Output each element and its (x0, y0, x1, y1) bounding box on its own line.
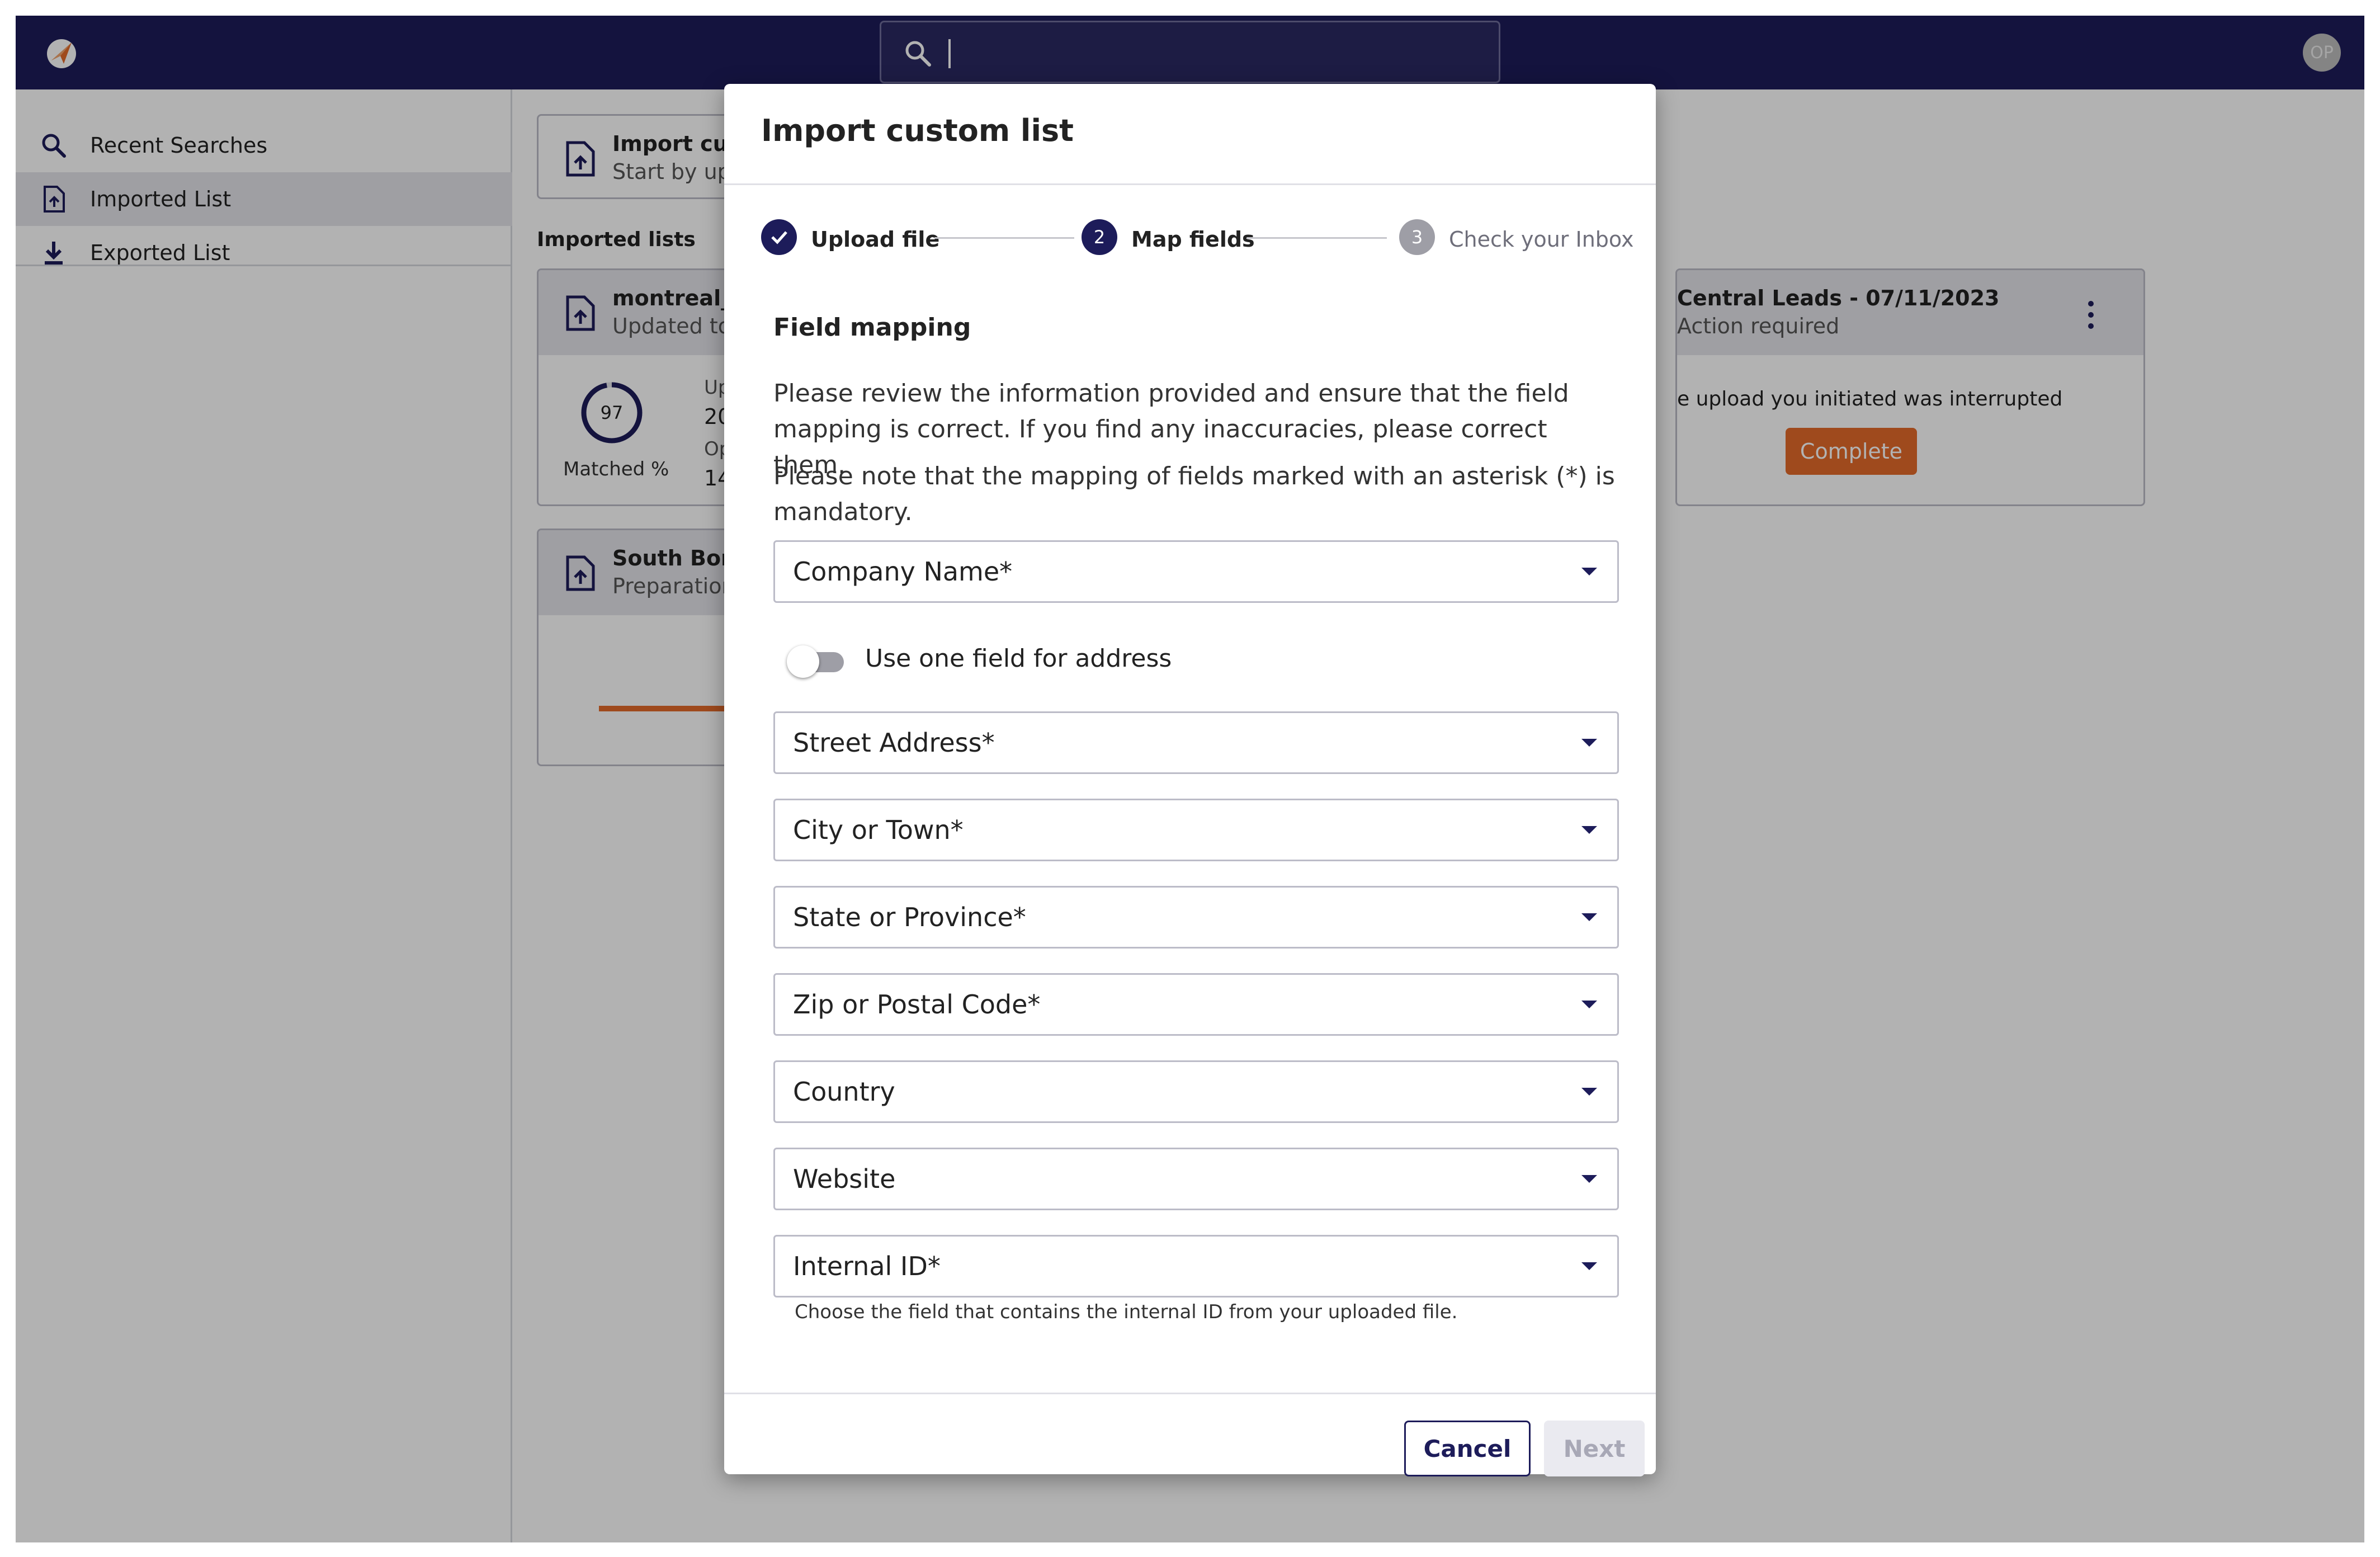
step-1-check-icon (761, 219, 797, 255)
select-value: Country (793, 1077, 895, 1107)
toggle-knob (787, 645, 819, 678)
city-select[interactable]: City or Town* (773, 799, 1619, 861)
single-address-toggle-label: Use one field for address (865, 644, 1172, 673)
dropdown-arrow-icon (1581, 1088, 1597, 1096)
app-window: OP Recent Searches Imported List Exporte… (16, 16, 2364, 1542)
step-1-label: Upload file (811, 227, 940, 252)
mandatory-note: Please note that the mapping of fields m… (773, 462, 1615, 526)
field-mapping-heading: Field mapping (773, 313, 971, 342)
company-name-select[interactable]: Company Name* (773, 540, 1619, 603)
internal-id-select[interactable]: Internal ID* (773, 1235, 1619, 1298)
dialog-footer-divider (724, 1393, 1656, 1394)
country-select[interactable]: Country (773, 1060, 1619, 1123)
step-3-number: 3 (1399, 219, 1435, 255)
checkmark-icon (771, 231, 787, 244)
dropdown-arrow-icon (1581, 913, 1597, 921)
state-select[interactable]: State or Province* (773, 886, 1619, 949)
select-value: City or Town* (793, 815, 964, 845)
select-value: Internal ID* (793, 1251, 941, 1281)
step-2-number: 2 (1082, 219, 1117, 255)
select-value: State or Province* (793, 902, 1026, 932)
import-custom-list-dialog: Import custom list Upload file 2 Map fie… (724, 84, 1656, 1476)
dropdown-arrow-icon (1581, 826, 1597, 834)
cancel-button[interactable]: Cancel (1404, 1421, 1531, 1476)
dropdown-arrow-icon (1581, 1175, 1597, 1183)
select-value: Company Name* (793, 556, 1013, 587)
street-address-select[interactable]: Street Address* (773, 711, 1619, 774)
next-button[interactable]: Next (1544, 1421, 1645, 1476)
dropdown-arrow-icon (1581, 1001, 1597, 1008)
step-2-label: Map fields (1131, 227, 1255, 252)
select-value: Website (793, 1164, 896, 1194)
step-connector (934, 237, 1074, 239)
dialog-title: Import custom list (761, 113, 1074, 148)
dropdown-arrow-icon (1581, 739, 1597, 747)
step-connector (1247, 237, 1387, 239)
single-address-toggle[interactable] (787, 643, 845, 680)
dialog-header-divider (724, 183, 1656, 185)
stepper: Upload file 2 Map fields 3 Check your In… (724, 219, 1656, 258)
dropdown-arrow-icon (1581, 1262, 1597, 1270)
zip-select[interactable]: Zip or Postal Code* (773, 973, 1619, 1036)
select-value: Street Address* (793, 728, 995, 758)
dropdown-arrow-icon (1581, 568, 1597, 575)
website-select[interactable]: Website (773, 1148, 1619, 1210)
step-3-label: Check your Inbox (1449, 227, 1634, 252)
select-value: Zip or Postal Code* (793, 989, 1041, 1020)
internal-id-helper-text: Choose the field that contains the inter… (795, 1301, 1458, 1323)
